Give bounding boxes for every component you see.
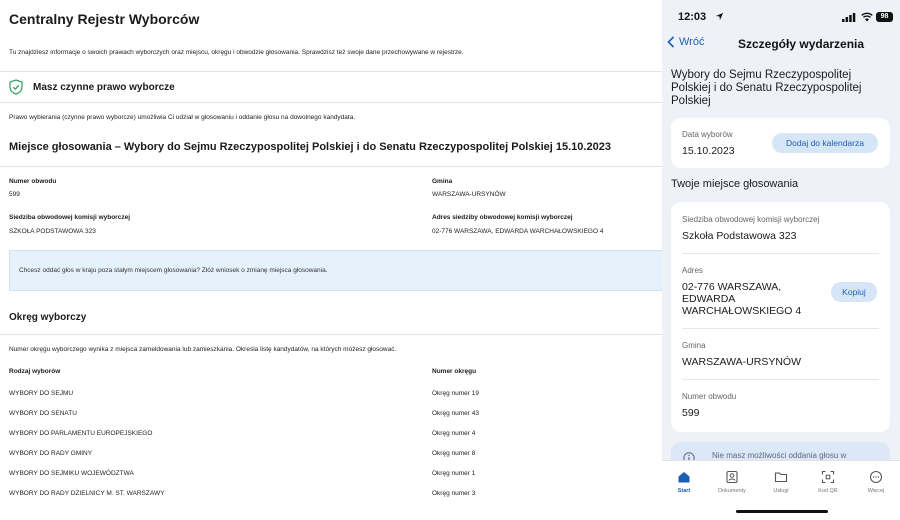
battery-indicator: 98 xyxy=(876,12,893,22)
seat-label: Siedziba obwodowej komisji wyborczej xyxy=(682,215,820,224)
district-description: Numer okręgu wyborczego wynika z miejsca… xyxy=(9,346,397,353)
intro-text: Tu znajdziesz informacje o swoich prawac… xyxy=(9,49,464,56)
district-number-value: 599 xyxy=(9,191,20,198)
commission-seat-value: SZKOŁA PODSTAWOWA 323 xyxy=(9,228,96,235)
divider xyxy=(0,334,662,335)
table-cell-election-type: WYBORY DO SENATU xyxy=(9,410,77,417)
back-button[interactable]: Wróć xyxy=(666,36,704,48)
voting-place-card: Siedziba obwodowej komisji wyborczej Szk… xyxy=(671,202,890,432)
table-cell-district-number: Okręg numer 8 xyxy=(432,450,476,457)
tab-label: Więcej xyxy=(867,488,885,494)
divider xyxy=(0,166,662,167)
home-indicator xyxy=(736,510,828,513)
municipality-value: WARSZAWA-URSYNÓW xyxy=(432,191,506,198)
table-cell-election-type: WYBORY DO RADY DZIELNICY M. ST. WARSZAWY xyxy=(9,490,165,497)
table-cell-district-number: Okręg numer 3 xyxy=(432,490,476,497)
web-page: Centralny Rejestr Wyborców Tu znajdziesz… xyxy=(0,0,662,520)
tab-services[interactable]: Usługi xyxy=(761,470,801,494)
municipality-value: WARSZAWA-URSYNÓW xyxy=(682,356,801,368)
table-header-district-number: Numer okręgu xyxy=(432,368,477,375)
documents-icon xyxy=(726,470,738,484)
district-number-value: 599 xyxy=(682,407,700,419)
folder-icon xyxy=(774,472,788,483)
district-heading: Okręg wyborczy xyxy=(9,312,87,323)
nav-title: Szczegóły wydarzenia xyxy=(738,37,865,51)
date-value: 15.10.2023 xyxy=(682,145,735,157)
location-heading: Miejsce głosowania – Wybory do Sejmu Rze… xyxy=(9,141,611,153)
address-line: 02-776 WARSZAWA, xyxy=(682,281,782,293)
address-line: WARCHAŁOWSKIEGO 4 xyxy=(682,305,802,317)
tab-label: Dokumenty xyxy=(718,488,746,494)
mobile-app: 12:03 98 Wróć Szczegóły wydarzenia Wybor… xyxy=(662,0,900,520)
table-header-election-type: Rodzaj wyborów xyxy=(9,368,61,375)
commission-address-label: Adres siedziby obwodowej komisji wyborcz… xyxy=(432,214,573,221)
tab-label: Kod QR xyxy=(818,488,838,494)
notice-text: Nie masz możliwości oddania głosu w xyxy=(712,451,847,460)
change-location-info-text[interactable]: Chcesz oddać głos w kraju poza stałym mi… xyxy=(19,267,328,274)
table-cell-election-type: WYBORY DO SEJMIKU WOJEWÓDZTWA xyxy=(9,470,134,477)
voting-right-label: Masz czynne prawo wyborcze xyxy=(33,81,175,93)
add-to-calendar-button[interactable]: Dodaj do kalendarza xyxy=(772,133,878,153)
divider xyxy=(0,71,662,72)
tab-more[interactable]: Więcej xyxy=(856,470,896,494)
table-cell-election-type: WYBORY DO PARLAMENTU EUROPEJSKIEGO xyxy=(9,430,153,437)
copy-button[interactable]: Kopiuj xyxy=(831,282,877,302)
divider xyxy=(0,102,662,103)
nav-bar: Wróć Szczegóły wydarzenia xyxy=(662,36,900,56)
table-cell-election-type: WYBORY DO SEJMU xyxy=(9,390,74,397)
municipality-label: Gmina xyxy=(682,341,706,350)
chevron-left-icon xyxy=(667,36,675,48)
table-cell-district-number: Okręg numer 4 xyxy=(432,430,476,437)
qr-code-icon xyxy=(821,470,835,484)
commission-address-value: 02-776 WARSZAWA, EDWARDA WARCHAŁOWSKIEGO… xyxy=(432,228,604,235)
signal-icon xyxy=(842,13,856,22)
tab-qr-code[interactable]: Kod QR xyxy=(808,470,848,494)
divider xyxy=(682,253,879,254)
status-time: 12:03 xyxy=(678,11,707,23)
page-title: Centralny Rejestr Wyborców xyxy=(9,11,200,27)
home-icon xyxy=(678,472,690,483)
commission-seat-label: Siedziba obwodowej komisji wyborczej xyxy=(9,214,130,221)
tab-label: Start xyxy=(677,488,691,494)
address-line: EDWARDA xyxy=(682,293,736,305)
divider xyxy=(682,328,879,329)
change-location-info: Chcesz oddać głos w kraju poza stałym mi… xyxy=(9,250,662,291)
table-cell-election-type: WYBORY DO RADY GMINY xyxy=(9,450,93,457)
back-label: Wróć xyxy=(679,36,705,48)
wifi-icon xyxy=(861,12,873,22)
tab-documents[interactable]: Dokumenty xyxy=(712,470,752,494)
district-number-label: Numer obwodu xyxy=(9,178,57,185)
address-label: Adres xyxy=(682,266,703,275)
table-cell-district-number: Okręg numer 43 xyxy=(432,410,479,417)
shield-check-icon xyxy=(9,79,23,95)
table-cell-district-number: Okręg numer 19 xyxy=(432,390,479,397)
date-card: Data wyborów 15.10.2023 Dodaj do kalenda… xyxy=(671,118,890,168)
district-number-label: Numer obwodu xyxy=(682,392,737,401)
voting-right-status: Masz czynne prawo wyborcze xyxy=(9,78,175,96)
table-cell-district-number: Okręg numer 1 xyxy=(432,470,476,477)
more-icon xyxy=(869,470,883,484)
status-bar: 12:03 98 xyxy=(662,0,900,30)
municipality-label: Gmina xyxy=(432,178,453,185)
location-arrow-icon xyxy=(715,12,724,21)
tab-label: Usługi xyxy=(773,488,789,494)
voting-place-heading: Twoje miejsce głosowania xyxy=(671,178,799,190)
seat-value: Szkoła Podstawowa 323 xyxy=(682,230,797,242)
divider xyxy=(682,379,879,380)
tab-start[interactable]: Start xyxy=(664,470,704,494)
event-title: Wybory do Sejmu Rzeczypospolitej Polskie… xyxy=(671,69,862,107)
date-label: Data wyborów xyxy=(682,130,733,139)
voting-right-description: Prawo wybierania (czynne prawo wyborcze)… xyxy=(9,114,356,121)
